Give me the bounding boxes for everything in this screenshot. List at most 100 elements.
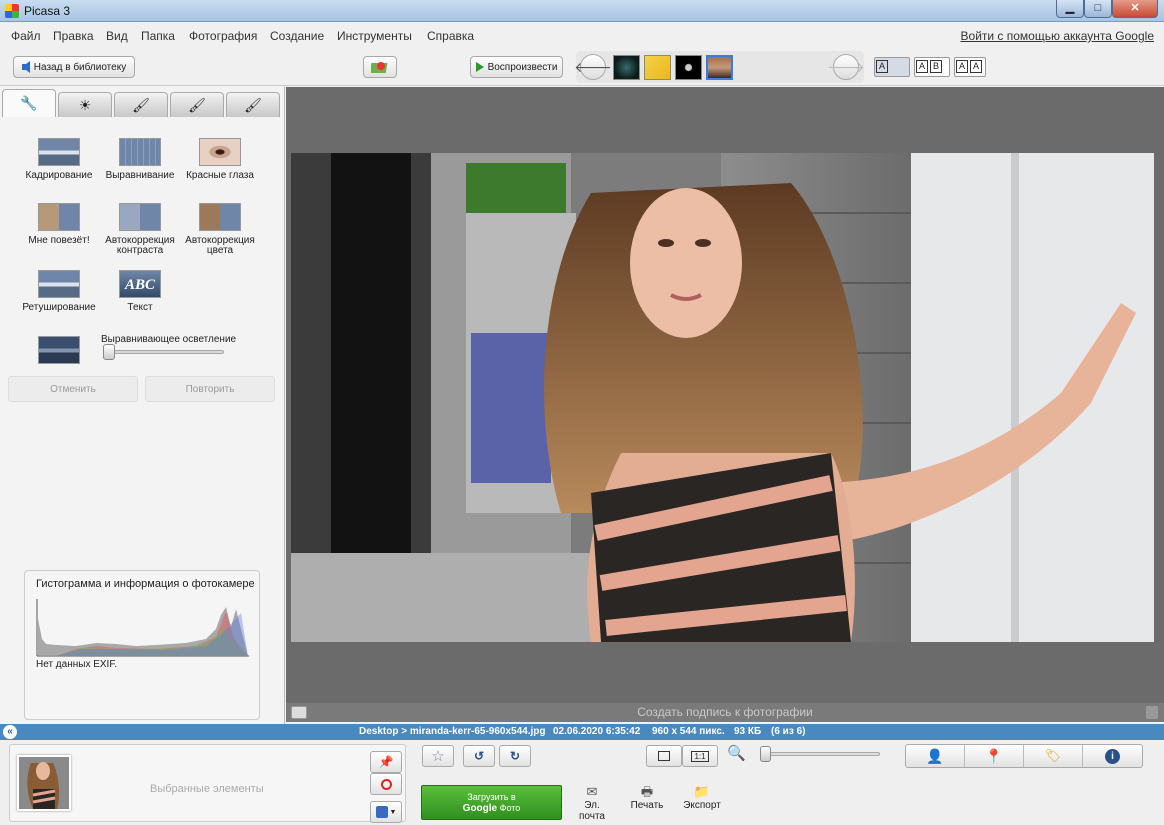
email-label: Эл. почта: [579, 800, 605, 822]
tab-tuning[interactable]: ☀: [58, 92, 112, 117]
menu-create[interactable]: Создание: [270, 29, 324, 43]
play-icon: [475, 62, 484, 72]
caption-placeholder[interactable]: Создать подпись к фотографии: [637, 705, 813, 719]
selected-thumb-image: [19, 757, 69, 809]
print-button[interactable]: 🖶 Печать: [628, 784, 666, 811]
maximize-button[interactable]: □: [1084, 0, 1112, 18]
window-title: Picasa 3: [24, 4, 71, 18]
lucky-icon: [38, 203, 80, 231]
google-signin-link[interactable]: Войти с помощью аккаунта Google: [961, 29, 1154, 43]
dropdown-arrow-icon: ▼: [389, 808, 397, 816]
histogram-title: Гистограмма и информация о фотокамере: [36, 578, 255, 590]
tags-button[interactable]: 🏷: [1024, 745, 1083, 767]
edit-tabs: 🔧 ☀ 🖌 🖌 🖌: [2, 89, 283, 117]
fill-light-slider-thumb[interactable]: [103, 344, 115, 360]
export-button[interactable]: 📁 Экспорт: [682, 784, 722, 811]
brush-green-icon: 🖌: [188, 96, 206, 113]
fill-light-slider-track[interactable]: [104, 350, 224, 354]
tab-effects-1[interactable]: 🖌: [114, 92, 168, 117]
next-photo-button[interactable]: 🡒: [827, 54, 865, 80]
filmstrip-thumb-3[interactable]: [675, 55, 702, 80]
actual-size-button[interactable]: 1:1: [682, 745, 718, 767]
people-button[interactable]: 👤: [906, 745, 965, 767]
auto-contrast-label-2: контраста: [116, 245, 164, 256]
clear-selection-button[interactable]: [370, 773, 402, 795]
redeye-tool[interactable]: Красные глаза: [175, 138, 265, 181]
menu-view[interactable]: Вид: [106, 29, 128, 43]
crop-icon: [38, 138, 80, 166]
menu-picture[interactable]: Фотография: [189, 29, 257, 43]
feeling-lucky-tool[interactable]: Мне повезёт!: [14, 203, 104, 246]
fit-to-window-button[interactable]: [646, 745, 682, 767]
status-date: 02.06.2020 6:35:42: [553, 726, 641, 737]
rotate-right-button[interactable]: ↻: [499, 745, 531, 767]
text-label: Текст: [127, 302, 153, 313]
single-view-button[interactable]: A: [874, 57, 910, 77]
filmstrip-thumb-current[interactable]: [706, 55, 733, 80]
properties-button[interactable]: i: [1083, 745, 1142, 767]
undo-button[interactable]: Отменить: [8, 376, 138, 402]
collapse-tray-button[interactable]: «: [3, 725, 17, 739]
rotate-right-icon: ↻: [509, 749, 521, 763]
selected-items-label: Выбранные элементы: [150, 783, 264, 795]
export-label: Экспорт: [683, 800, 721, 811]
exif-info: Нет данных EXIF.: [36, 659, 118, 670]
prev-photo-button[interactable]: 🡐: [574, 54, 612, 80]
status-bar: « Desktop > miranda-kerr-65-960x544.jpg …: [0, 724, 1164, 740]
menu-file[interactable]: Файл: [11, 29, 41, 43]
print-label: Печать: [630, 800, 664, 811]
upload-google: Google: [462, 803, 498, 814]
upload-photo: Фото: [499, 803, 521, 813]
side-view-a2: A: [970, 60, 983, 73]
menu-tools[interactable]: Инструменты: [337, 29, 412, 43]
side-by-side-view-button[interactable]: AA: [954, 57, 986, 77]
actual-size-label: 1:1: [691, 750, 709, 762]
redo-button[interactable]: Повторить: [145, 376, 275, 402]
photo-viewer: [286, 87, 1164, 705]
email-button[interactable]: ✉ Эл. почта: [572, 784, 612, 822]
rotate-left-button[interactable]: ↺: [463, 745, 495, 767]
album-menu-button[interactable]: ▼: [370, 801, 402, 823]
caption-bar[interactable]: Создать подпись к фотографии: [286, 703, 1164, 722]
status-path: Desktop > miranda-kerr-65-960x544.jpg: [359, 726, 546, 737]
text-tool[interactable]: ABC Текст: [95, 270, 185, 313]
tab-effects-3[interactable]: 🖌: [226, 92, 280, 117]
histogram-panel: Гистограмма и информация о фотокамере Не…: [24, 570, 260, 720]
play-slideshow-button[interactable]: Воспроизвести: [470, 56, 563, 78]
retouch-tool[interactable]: Ретуширование: [14, 270, 104, 313]
back-to-library-button[interactable]: Назад в библиотеку: [13, 56, 135, 78]
tab-basic-fixes[interactable]: 🔧: [2, 89, 56, 117]
geotag-button[interactable]: [363, 56, 397, 78]
clear-circle-icon: [380, 778, 392, 790]
hold-button[interactable]: 📌: [370, 751, 402, 773]
play-label: Воспроизвести: [487, 61, 558, 73]
menu-help[interactable]: Справка: [427, 29, 474, 43]
selection-tray: Выбранные элементы 📌 ▼: [9, 744, 406, 823]
straighten-icon: [119, 138, 161, 166]
filmstrip-thumb-2[interactable]: [644, 55, 671, 80]
straighten-tool[interactable]: Выравнивание: [95, 138, 185, 181]
zoom-slider-track[interactable]: [760, 752, 880, 756]
trash-icon[interactable]: [1146, 706, 1158, 719]
person-icon: 👤: [926, 747, 944, 764]
current-photo[interactable]: [291, 153, 1154, 642]
menu-edit[interactable]: Правка: [53, 29, 94, 43]
selected-thumb[interactable]: [17, 755, 71, 811]
fit-icon: [658, 751, 670, 761]
compare-view-button[interactable]: AB: [914, 57, 950, 77]
menu-folder[interactable]: Папка: [141, 29, 175, 43]
minimize-button[interactable]: ▁: [1056, 0, 1084, 18]
close-button[interactable]: ✕: [1112, 0, 1158, 18]
zoom-slider-thumb[interactable]: [760, 746, 771, 762]
caption-icon[interactable]: [291, 706, 307, 719]
auto-contrast-tool[interactable]: Автокоррекция контраста: [95, 203, 185, 256]
star-button[interactable]: ☆: [422, 745, 454, 767]
places-button[interactable]: 📍: [965, 745, 1024, 767]
edit-panel: 🔧 ☀ 🖌 🖌 🖌 Кадрирование Выравнивание Крас…: [0, 87, 285, 724]
tab-effects-2[interactable]: 🖌: [170, 92, 224, 117]
histogram-chart: [36, 599, 249, 657]
auto-color-tool[interactable]: Автокоррекция цвета: [175, 203, 265, 256]
crop-tool[interactable]: Кадрирование: [14, 138, 104, 181]
filmstrip-thumb-1[interactable]: [613, 55, 640, 80]
upload-google-photos-button[interactable]: Загрузить в Google Фото: [421, 785, 562, 820]
